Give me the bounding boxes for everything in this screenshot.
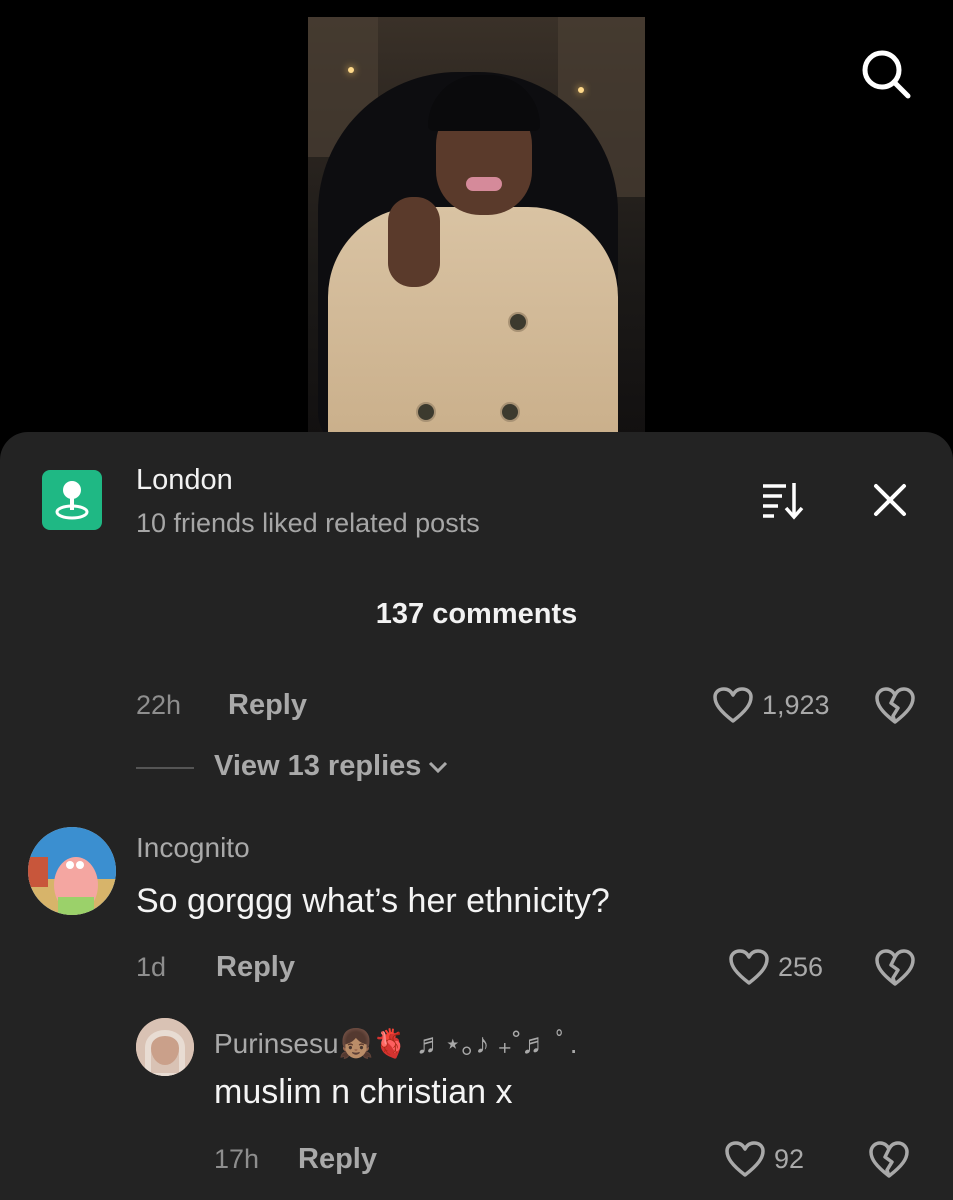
comment-text: So gorggg what’s her ethnicity? (136, 882, 610, 920)
search-button[interactable] (858, 46, 914, 102)
person-lips (466, 177, 502, 191)
patrick-avatar-icon (28, 827, 116, 915)
location-pin-icon (55, 481, 89, 520)
search-icon (862, 50, 911, 99)
view-replies-button[interactable]: View 13 replies (214, 750, 449, 783)
broken-heart-icon (875, 949, 915, 986)
street-light (578, 87, 584, 93)
close-button[interactable] (868, 478, 912, 522)
heart-icon (713, 687, 753, 723)
like-button[interactable]: 256 (728, 948, 823, 986)
comments-count: 137 comments (375, 598, 578, 630)
broken-heart-icon (875, 687, 915, 724)
chevron-down-icon (429, 761, 448, 773)
like-count: 92 (774, 1143, 805, 1174)
replies-divider (136, 767, 194, 769)
avatar[interactable] (28, 827, 116, 915)
sort-button[interactable] (758, 478, 806, 522)
reply-text: muslim n christian x (214, 1073, 513, 1111)
location-title[interactable]: London (136, 464, 233, 497)
dislike-button[interactable] (868, 1140, 910, 1180)
avatar[interactable] (136, 1018, 194, 1076)
reply-button[interactable]: Reply (216, 951, 295, 984)
video-thumbnail[interactable] (308, 17, 645, 440)
reply-button[interactable]: Reply (298, 1143, 377, 1176)
like-count: 1,923 (762, 689, 830, 720)
heart-icon (729, 949, 769, 985)
like-button[interactable]: 92 (724, 1140, 804, 1178)
profile-photo-icon (136, 1018, 194, 1076)
coat-button (508, 312, 528, 332)
dislike-button[interactable] (874, 686, 916, 726)
reply-username[interactable]: Purinsesu👧🏽🫀 ♬⋆｡♪ ₊˚♬ ﾟ. (214, 1022, 577, 1062)
person-coat (328, 207, 618, 440)
dislike-button[interactable] (874, 948, 916, 988)
location-badge[interactable] (42, 470, 102, 530)
like-count: 256 (778, 951, 824, 982)
coat-button (500, 402, 520, 422)
video-area (0, 0, 953, 440)
coat-button (416, 402, 436, 422)
sort-icon (763, 483, 804, 520)
broken-heart-icon (869, 1141, 909, 1178)
reply-timestamp: 17h (214, 1144, 260, 1174)
comment-timestamp: 22h (136, 690, 182, 720)
location-subtitle: 10 friends liked related posts (136, 508, 480, 538)
person-hand (388, 197, 440, 287)
street-light (348, 67, 354, 73)
reply-button[interactable]: Reply (228, 689, 307, 722)
comment-username[interactable]: Incognito (136, 832, 250, 864)
heart-icon (725, 1141, 765, 1177)
comment-timestamp: 1d (136, 952, 167, 982)
close-icon (874, 484, 906, 516)
view-replies-label: View 13 replies (214, 750, 422, 782)
like-button[interactable]: 1,923 (712, 686, 830, 724)
